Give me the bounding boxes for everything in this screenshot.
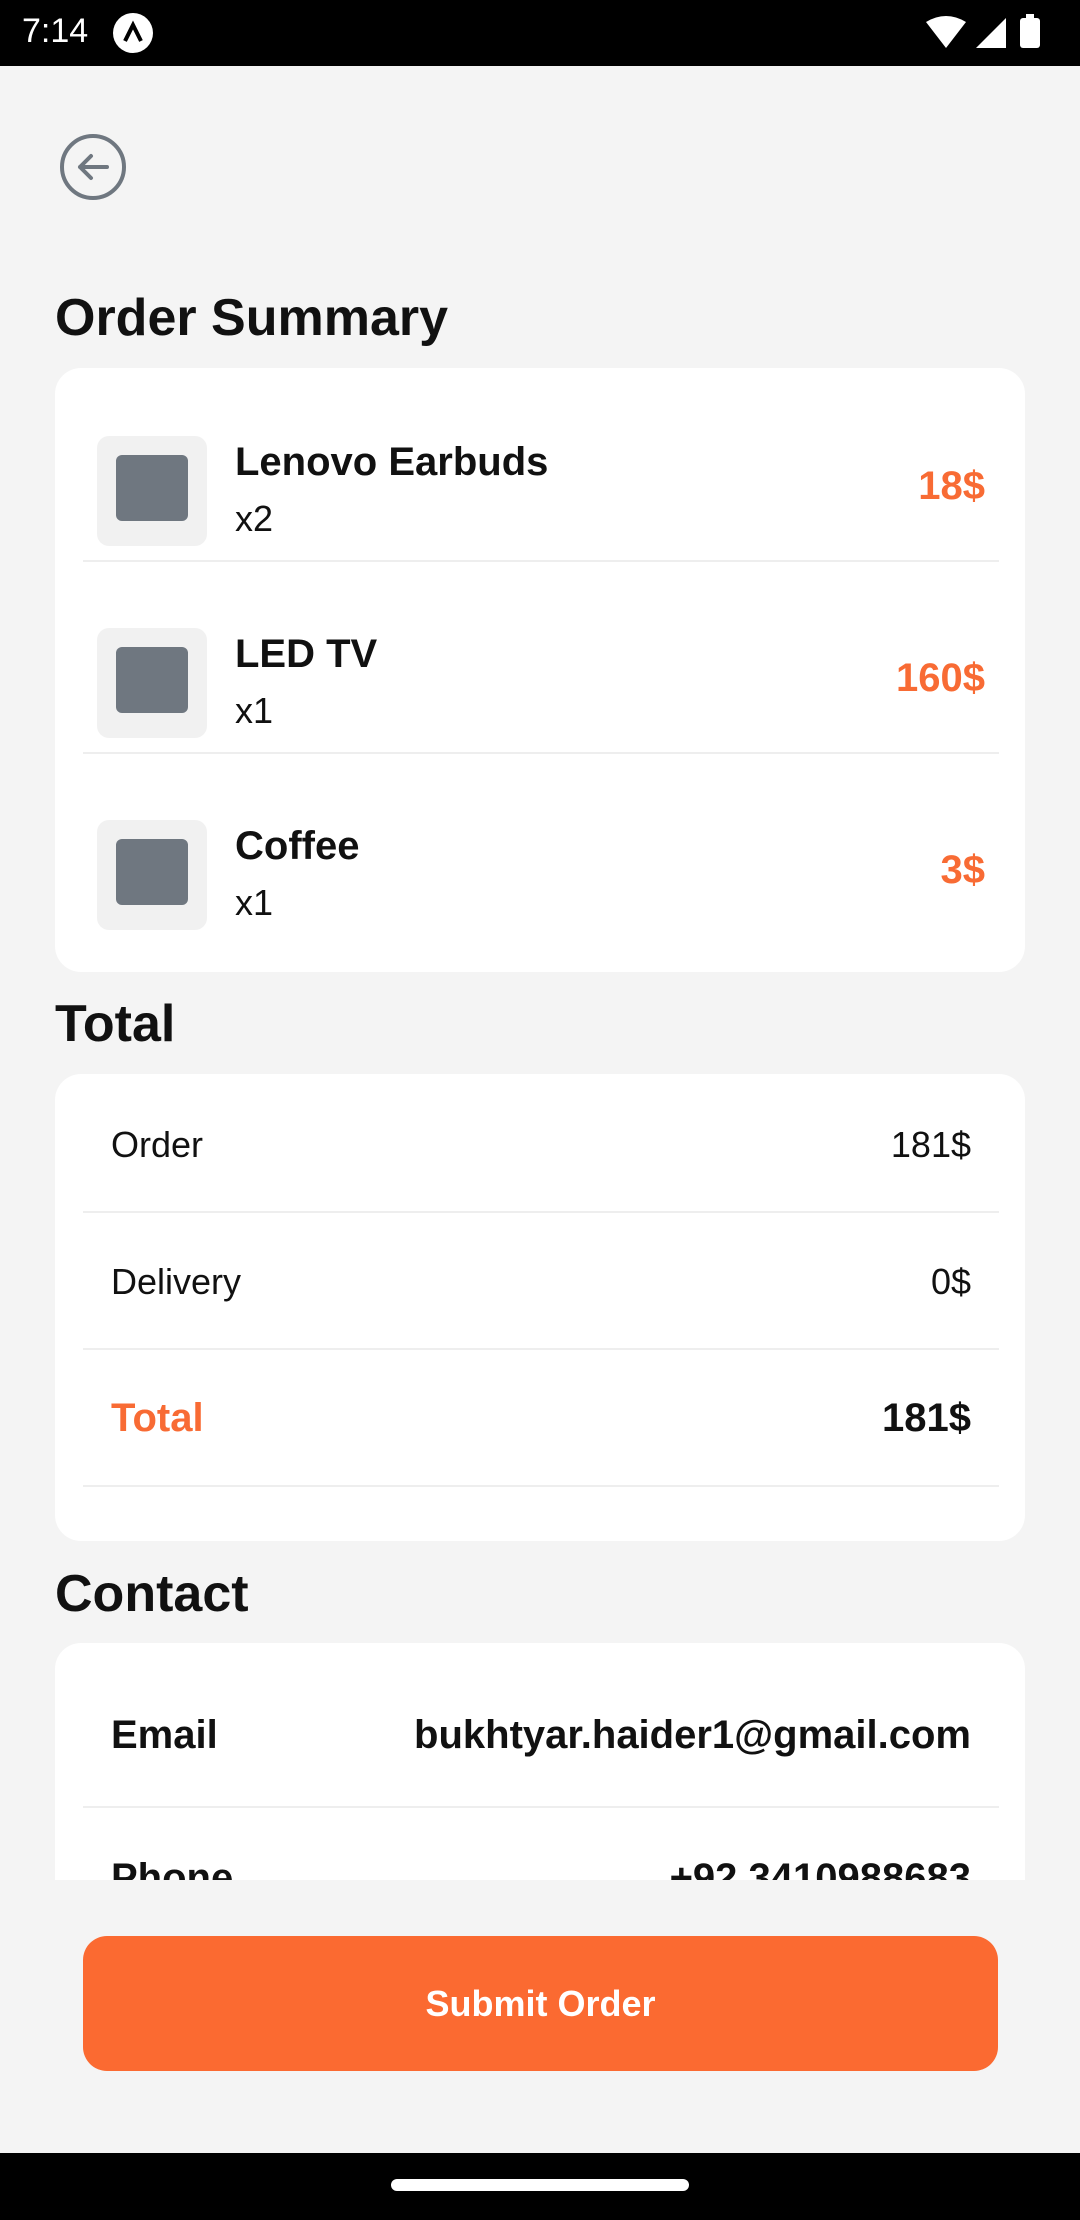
product-thumbnail [97, 628, 207, 738]
item-quantity: x1 [235, 882, 274, 923]
order-item[interactable]: LED TV x1 160$ [83, 560, 999, 754]
battery-icon [1020, 18, 1040, 48]
back-arrow-circle-icon [60, 134, 126, 200]
grand-total-row: Total 181$ [83, 1348, 999, 1487]
phone-row: Phone +92 3410988683 [83, 1806, 999, 1880]
order-content[interactable]: Order Summary Lenovo Earbuds x2 18$ LED … [0, 66, 1080, 1880]
total-value: 181$ [882, 1396, 971, 1440]
submit-order-button[interactable]: Submit Order [83, 1936, 998, 2071]
item-quantity: x1 [235, 690, 274, 731]
email-label: Email [111, 1713, 218, 1757]
total-section-title: Total [55, 995, 176, 1053]
status-bar: 7:14 [0, 0, 1080, 66]
contact-card: Email bukhtyar.haider1@gmail.com Phone +… [55, 1643, 1025, 1880]
delivery-value: 0$ [930, 1261, 971, 1302]
item-price: 18$ [918, 464, 985, 508]
order-item[interactable]: Coffee x1 3$ [83, 752, 999, 944]
status-time: 7:14 [22, 12, 89, 50]
app-notification-icon [113, 13, 153, 53]
order-value: 181$ [890, 1124, 971, 1165]
product-thumbnail [97, 436, 207, 546]
order-subtotal-row: Order 181$ [83, 1074, 999, 1213]
email-value: bukhtyar.haider1@gmail.com [414, 1713, 971, 1757]
item-name: Coffee [235, 824, 360, 868]
item-price: 160$ [896, 656, 985, 700]
order-summary-card: Lenovo Earbuds x2 18$ LED TV x1 160$ Cof… [55, 368, 1025, 972]
item-quantity: x2 [235, 498, 274, 539]
product-thumbnail [97, 820, 207, 930]
wifi-icon [926, 16, 966, 48]
status-icons [926, 14, 1040, 48]
navigation-bar [0, 2153, 1080, 2220]
total-label: Total [111, 1396, 204, 1440]
totals-card: Order 181$ Delivery 0$ Total 181$ [55, 1074, 1025, 1541]
phone-label: Phone [111, 1856, 234, 1880]
signal-icon [976, 18, 1006, 48]
delivery-row: Delivery 0$ [83, 1211, 999, 1350]
contact-section-title: Contact [55, 1565, 249, 1623]
item-name: Lenovo Earbuds [235, 440, 549, 484]
email-row: Email bukhtyar.haider1@gmail.com [83, 1643, 999, 1808]
back-button[interactable] [58, 132, 128, 202]
item-price: 3$ [940, 848, 986, 892]
home-indicator[interactable] [391, 2179, 689, 2191]
order-item[interactable]: Lenovo Earbuds x2 18$ [83, 368, 999, 562]
delivery-label: Delivery [111, 1261, 242, 1302]
item-name: LED TV [235, 632, 378, 676]
phone-value: +92 3410988683 [669, 1856, 971, 1880]
order-label: Order [111, 1124, 204, 1165]
order-summary-title: Order Summary [55, 289, 449, 347]
